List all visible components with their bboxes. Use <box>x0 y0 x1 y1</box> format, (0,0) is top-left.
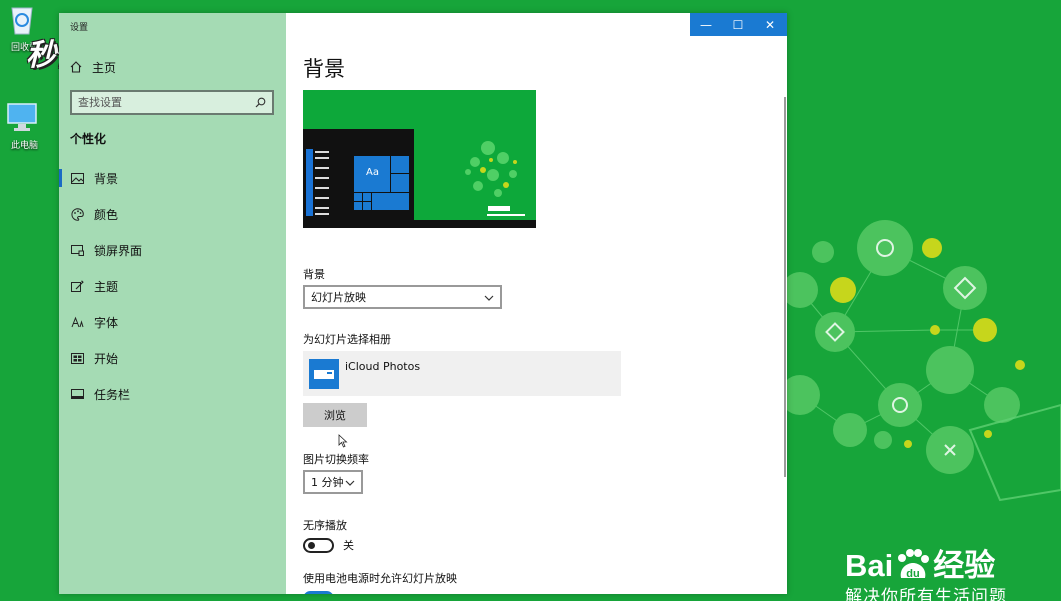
mouse-cursor-icon <box>338 433 348 452</box>
album-name: iCloud Photos <box>345 360 421 373</box>
background-dropdown[interactable]: 幻灯片放映 <box>303 285 502 309</box>
theme-icon <box>70 279 84 293</box>
browse-button[interactable]: 浏览 <box>303 403 367 427</box>
font-icon <box>70 315 84 329</box>
interval-dropdown-value: 1 分钟 <box>311 476 344 489</box>
background-label: 背景 <box>303 268 325 281</box>
desktop-icon-this-pc[interactable]: 此电脑 <box>0 100 50 151</box>
sidebar-item-label: 锁屏界面 <box>94 243 143 258</box>
baidu-logo-suffix: 经验 <box>933 548 996 583</box>
svg-text:du: du <box>907 568 920 580</box>
sidebar-item-themes[interactable]: 主题 <box>59 268 286 304</box>
shuffle-toggle[interactable] <box>303 537 334 553</box>
app-title: 设置 <box>70 23 89 33</box>
settings-sidebar: 设置 主页 个性化 背景 <box>59 13 286 594</box>
close-button[interactable]: ✕ <box>754 13 786 36</box>
home-label: 主页 <box>92 60 117 75</box>
section-title: 个性化 <box>70 132 107 146</box>
shuffle-toggle-state: 关 <box>343 539 354 552</box>
lock-screen-icon <box>70 243 84 257</box>
taskbar-icon <box>70 387 84 401</box>
background-preview: Aa <box>303 90 536 228</box>
baidu-logo-text: Bai <box>845 548 894 583</box>
background-dropdown-value: 幻灯片放映 <box>311 291 366 304</box>
chevron-down-icon <box>484 291 494 304</box>
sidebar-item-lock-screen[interactable]: 锁屏界面 <box>59 232 286 268</box>
sidebar-item-label: 主题 <box>94 279 119 294</box>
sidebar-item-fonts[interactable]: 字体 <box>59 304 286 340</box>
album-folder-icon <box>309 358 339 389</box>
baidu-decoration-graphic <box>780 220 1061 502</box>
interval-dropdown[interactable]: 1 分钟 <box>303 470 363 494</box>
chevron-down-icon <box>345 476 355 489</box>
baidu-jingyan-logo: Bai du 经验 <box>845 540 995 585</box>
shuffle-toggle-row: 关 <box>303 537 354 553</box>
picture-icon <box>70 171 84 185</box>
page-title: 背景 <box>303 57 345 81</box>
search-icon[interactable] <box>255 93 266 112</box>
sidebar-item-background[interactable]: 背景 <box>59 160 286 196</box>
battery-slideshow-toggle[interactable] <box>303 591 334 594</box>
sidebar-item-label: 背景 <box>94 171 119 186</box>
battery-slideshow-label: 使用电池电源时允许幻灯片放映 <box>303 572 457 585</box>
maximize-button[interactable]: ☐ <box>722 13 754 36</box>
computer-icon <box>5 100 39 134</box>
album-label: 为幻灯片选择相册 <box>303 333 391 346</box>
window-title-bar-controls: — ☐ ✕ <box>690 13 787 36</box>
home-icon <box>70 58 82 77</box>
start-icon <box>70 351 84 365</box>
scrollbar[interactable] <box>784 97 786 477</box>
sidebar-item-colors[interactable]: 颜色 <box>59 196 286 232</box>
sidebar-item-taskbar[interactable]: 任务栏 <box>59 376 286 412</box>
sidebar-nav: 背景 颜色 锁屏界面 主题 字体 开始 任务栏 <box>59 160 286 412</box>
palette-icon <box>70 207 84 221</box>
baidu-slogan: 解决你所有生活问题 <box>845 587 1007 601</box>
sidebar-item-label: 任务栏 <box>94 387 131 402</box>
search-input[interactable] <box>78 96 248 109</box>
search-box <box>70 90 274 115</box>
shuffle-label: 无序播放 <box>303 519 347 532</box>
minimize-button[interactable]: — <box>690 13 722 36</box>
settings-content: — ☐ ✕ 背景 Aa 背景 幻灯片放映 为幻灯片选择相册 iCloud Pho… <box>286 13 787 594</box>
settings-window: 设置 主页 个性化 背景 <box>59 13 787 594</box>
home-link[interactable]: 主页 <box>70 59 116 75</box>
desktop-icon-label: 此电脑 <box>11 141 39 151</box>
sidebar-item-label: 字体 <box>94 315 119 330</box>
album-item[interactable]: iCloud Photos <box>303 351 621 396</box>
paw-icon: du <box>893 548 933 582</box>
interval-label: 图片切换频率 <box>303 453 369 466</box>
sidebar-item-start[interactable]: 开始 <box>59 340 286 376</box>
sidebar-item-label: 开始 <box>94 351 119 366</box>
sidebar-item-label: 颜色 <box>94 207 119 222</box>
preview-tile-text: Aa <box>366 167 379 178</box>
